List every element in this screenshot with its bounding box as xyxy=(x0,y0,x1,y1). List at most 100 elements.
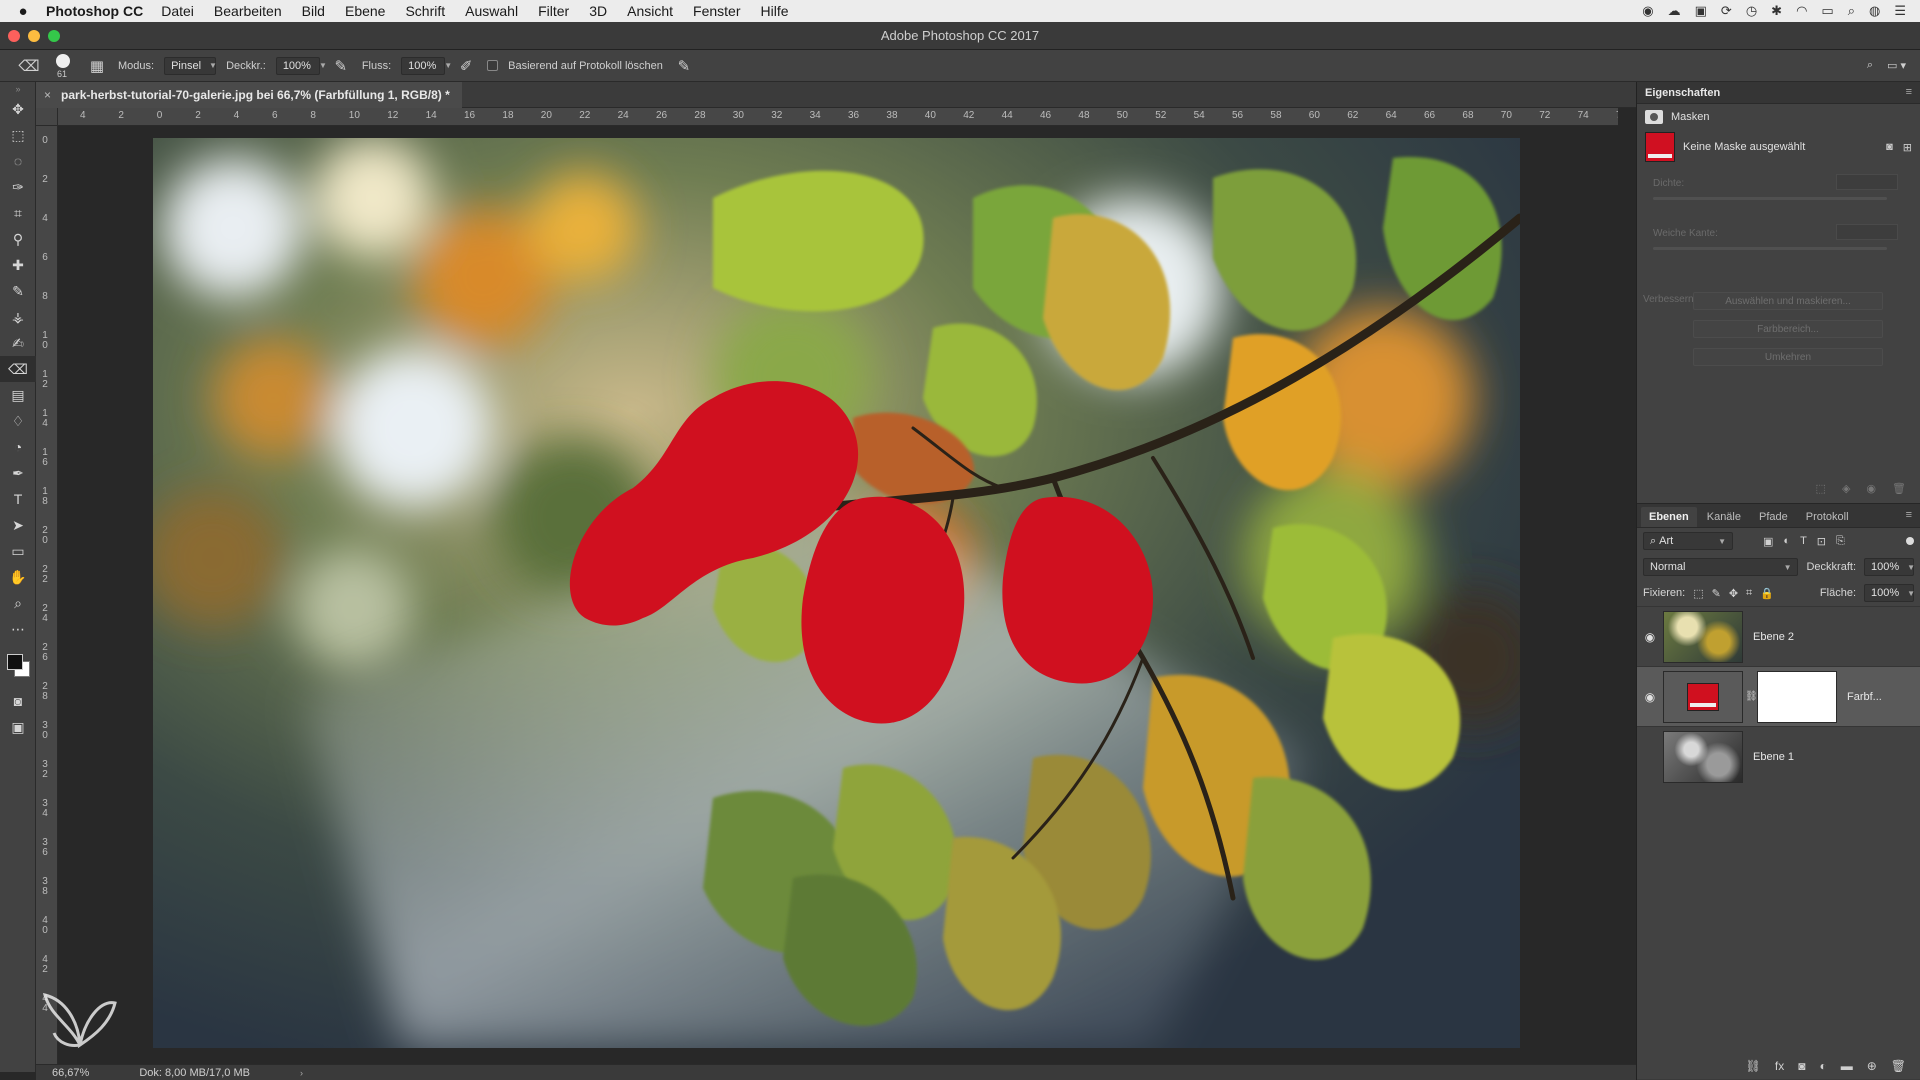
crop-tool-icon[interactable]: ⌗ xyxy=(0,200,36,226)
trash-icon[interactable]: 🗑 xyxy=(1891,1059,1906,1073)
gradient-tool-icon[interactable]: ▤ xyxy=(0,382,36,408)
tab-layers[interactable]: Ebenen xyxy=(1641,507,1697,527)
zoom-window-button[interactable] xyxy=(48,30,60,42)
menu-auswahl[interactable]: Auswahl xyxy=(465,3,518,19)
visibility-eye-icon[interactable]: ◉ xyxy=(1637,690,1663,704)
vertical-ruler[interactable]: 0246810121416182022242628303234363840424… xyxy=(36,126,58,1066)
add-mask-icon[interactable]: ◙ xyxy=(1798,1059,1805,1073)
dodge-tool-icon[interactable]: ◔ xyxy=(0,434,36,460)
new-layer-icon[interactable]: ⊕ xyxy=(1867,1059,1877,1073)
mask-link-icon[interactable]: ⛓ xyxy=(1745,691,1758,702)
wifi-icon[interactable]: ◠ xyxy=(1796,3,1807,19)
workspace-icon[interactable]: ▭ ▾ xyxy=(1887,59,1906,72)
smart-object-filter-icon[interactable]: ⎘ xyxy=(1836,535,1845,548)
blur-tool-icon[interactable]: ♢ xyxy=(0,408,36,434)
brush-panel-icon[interactable]: ▦ xyxy=(86,55,108,77)
path-selection-tool-icon[interactable]: ➤ xyxy=(0,512,36,538)
menu-datei[interactable]: Datei xyxy=(161,3,194,19)
lock-pixels-icon[interactable]: ✎ xyxy=(1712,587,1721,600)
fill-color-thumbnail[interactable] xyxy=(1663,670,1743,723)
shape-layer-filter-icon[interactable]: ⊡ xyxy=(1817,535,1826,548)
document-tab[interactable]: × park-herbst-tutorial-70-galerie.jpg be… xyxy=(36,82,462,108)
hand-tool-icon[interactable]: ✋ xyxy=(0,564,36,590)
tab-paths[interactable]: Pfade xyxy=(1751,507,1796,527)
search-icon[interactable]: ⌕ xyxy=(1867,59,1873,72)
layer-row-ebene-1[interactable]: Ebene 1 xyxy=(1637,726,1920,786)
menu-bild[interactable]: Bild xyxy=(302,3,325,19)
zoom-level[interactable]: 66,67% xyxy=(52,1067,89,1079)
marquee-tool-icon[interactable]: ⬚ xyxy=(0,122,36,148)
erase-to-history-checkbox[interactable] xyxy=(487,60,499,71)
lasso-tool-icon[interactable]: ◌ xyxy=(0,148,36,174)
ruler-corner[interactable] xyxy=(36,108,58,126)
type-tool-icon[interactable]: T xyxy=(0,486,36,512)
flow-field[interactable]: 100% ▼ xyxy=(401,56,452,75)
menu-schrift[interactable]: Schrift xyxy=(405,3,445,19)
layer-opacity-field[interactable]: 100% ▼ xyxy=(1864,558,1915,576)
pixel-layer-filter-icon[interactable]: ▣ xyxy=(1763,535,1773,548)
lock-artboard-icon[interactable]: ⌗ xyxy=(1746,587,1752,600)
visibility-eye-icon[interactable]: ◉ xyxy=(1637,630,1663,644)
fill-field[interactable]: 100% ▼ xyxy=(1864,584,1915,602)
screen-mode-icon[interactable]: ▣ xyxy=(0,714,36,740)
close-window-button[interactable] xyxy=(8,30,20,42)
notification-center-icon[interactable]: ☰ xyxy=(1894,3,1906,19)
layer-row-fill[interactable]: ◉ ⛓ Farbf... xyxy=(1637,666,1920,726)
airplay-icon[interactable]: ▭ xyxy=(1821,3,1833,19)
creative-cloud-icon[interactable]: ☁ xyxy=(1668,3,1681,19)
bluetooth-icon[interactable]: ✱ xyxy=(1771,3,1782,19)
tab-channels[interactable]: Kanäle xyxy=(1699,507,1749,527)
panel-menu-icon[interactable]: ≡ xyxy=(1906,509,1912,521)
panel-menu-icon[interactable]: ≡ xyxy=(1906,86,1912,98)
menu-fenster[interactable]: Fenster xyxy=(693,3,740,19)
opacity-field[interactable]: 100% ▼ xyxy=(275,56,327,75)
layer-filter-dropdown[interactable]: ⌕ Art ▼ xyxy=(1643,532,1733,550)
brush-tool-icon[interactable]: ✎ xyxy=(0,278,36,304)
layer-mask-thumbnail[interactable] xyxy=(1757,670,1837,723)
menu-hilfe[interactable]: Hilfe xyxy=(761,3,789,19)
type-layer-filter-icon[interactable]: T xyxy=(1800,535,1807,548)
pressure-opacity-icon[interactable]: ✎ xyxy=(330,55,352,77)
airbrush-icon[interactable]: ✐ xyxy=(455,55,477,77)
new-group-icon[interactable]: ▬ xyxy=(1841,1059,1853,1073)
more-tools-icon[interactable]: ⋯ xyxy=(0,616,36,642)
properties-panel-title[interactable]: Eigenschaften xyxy=(1645,87,1720,99)
zoom-tool-icon[interactable]: ⌕ xyxy=(0,590,36,616)
pixel-mask-icon[interactable]: ◙ xyxy=(1886,141,1893,154)
menu-ebene[interactable]: Ebene xyxy=(345,3,385,19)
menu-bearbeiten[interactable]: Bearbeiten xyxy=(214,3,282,19)
time-machine-icon[interactable]: ◷ xyxy=(1746,3,1757,19)
lock-all-icon[interactable]: 🔒 xyxy=(1760,587,1774,600)
menu-app-name[interactable]: Photoshop CC xyxy=(46,3,143,19)
healing-brush-tool-icon[interactable]: ✚ xyxy=(0,252,36,278)
eraser-tool-preset-icon[interactable]: ⌫ xyxy=(18,55,40,77)
apple-icon[interactable]: ● xyxy=(0,3,46,20)
link-layers-icon[interactable]: ⛓ xyxy=(1746,1059,1761,1073)
lock-transparency-icon[interactable]: ⬚ xyxy=(1693,587,1703,600)
mode-dropdown[interactable]: Pinsel ▼ xyxy=(164,56,217,75)
blend-mode-dropdown[interactable]: Normal ▼ xyxy=(1643,558,1799,576)
canvas-area[interactable] xyxy=(58,126,1618,1064)
tab-history[interactable]: Protokoll xyxy=(1798,507,1857,527)
document-image[interactable] xyxy=(153,138,1520,1048)
spotlight-icon[interactable]: ⌕ xyxy=(1848,3,1855,19)
quick-mask-icon[interactable]: ◙ xyxy=(0,688,36,714)
pen-tool-icon[interactable]: ✒ xyxy=(0,460,36,486)
layer-style-icon[interactable]: fx xyxy=(1775,1059,1784,1073)
filter-toggle[interactable] xyxy=(1906,537,1914,545)
menu-ansicht[interactable]: Ansicht xyxy=(627,3,673,19)
sync-icon[interactable]: ⟳ xyxy=(1721,3,1732,19)
record-icon[interactable]: ◉ xyxy=(1642,3,1653,19)
horizontal-ruler[interactable]: 4 2 0 2 4 6 8 10 12 14 16 18 20 22 24 26 28 30 32 34 36 38 40 4… xyxy=(58,108,1618,126)
layer-row-ebene-2[interactable]: ◉ Ebene 2 xyxy=(1637,606,1920,666)
adjustment-layer-filter-icon[interactable]: ◐ xyxy=(1783,535,1790,548)
brush-preset-picker[interactable]: 61 xyxy=(50,53,76,79)
vector-mask-icon[interactable]: ⊞ xyxy=(1903,141,1912,154)
move-tool-icon[interactable]: ✥ xyxy=(0,96,36,122)
pressure-size-icon[interactable]: ✎ xyxy=(673,55,695,77)
foreground-color-swatch[interactable] xyxy=(7,654,23,670)
new-adjustment-layer-icon[interactable]: ◐ xyxy=(1819,1059,1826,1073)
status-menu-arrow-icon[interactable]: › xyxy=(300,1068,303,1078)
display-icon[interactable]: ▣ xyxy=(1695,3,1707,19)
quick-selection-tool-icon[interactable]: ✑ xyxy=(0,174,36,200)
